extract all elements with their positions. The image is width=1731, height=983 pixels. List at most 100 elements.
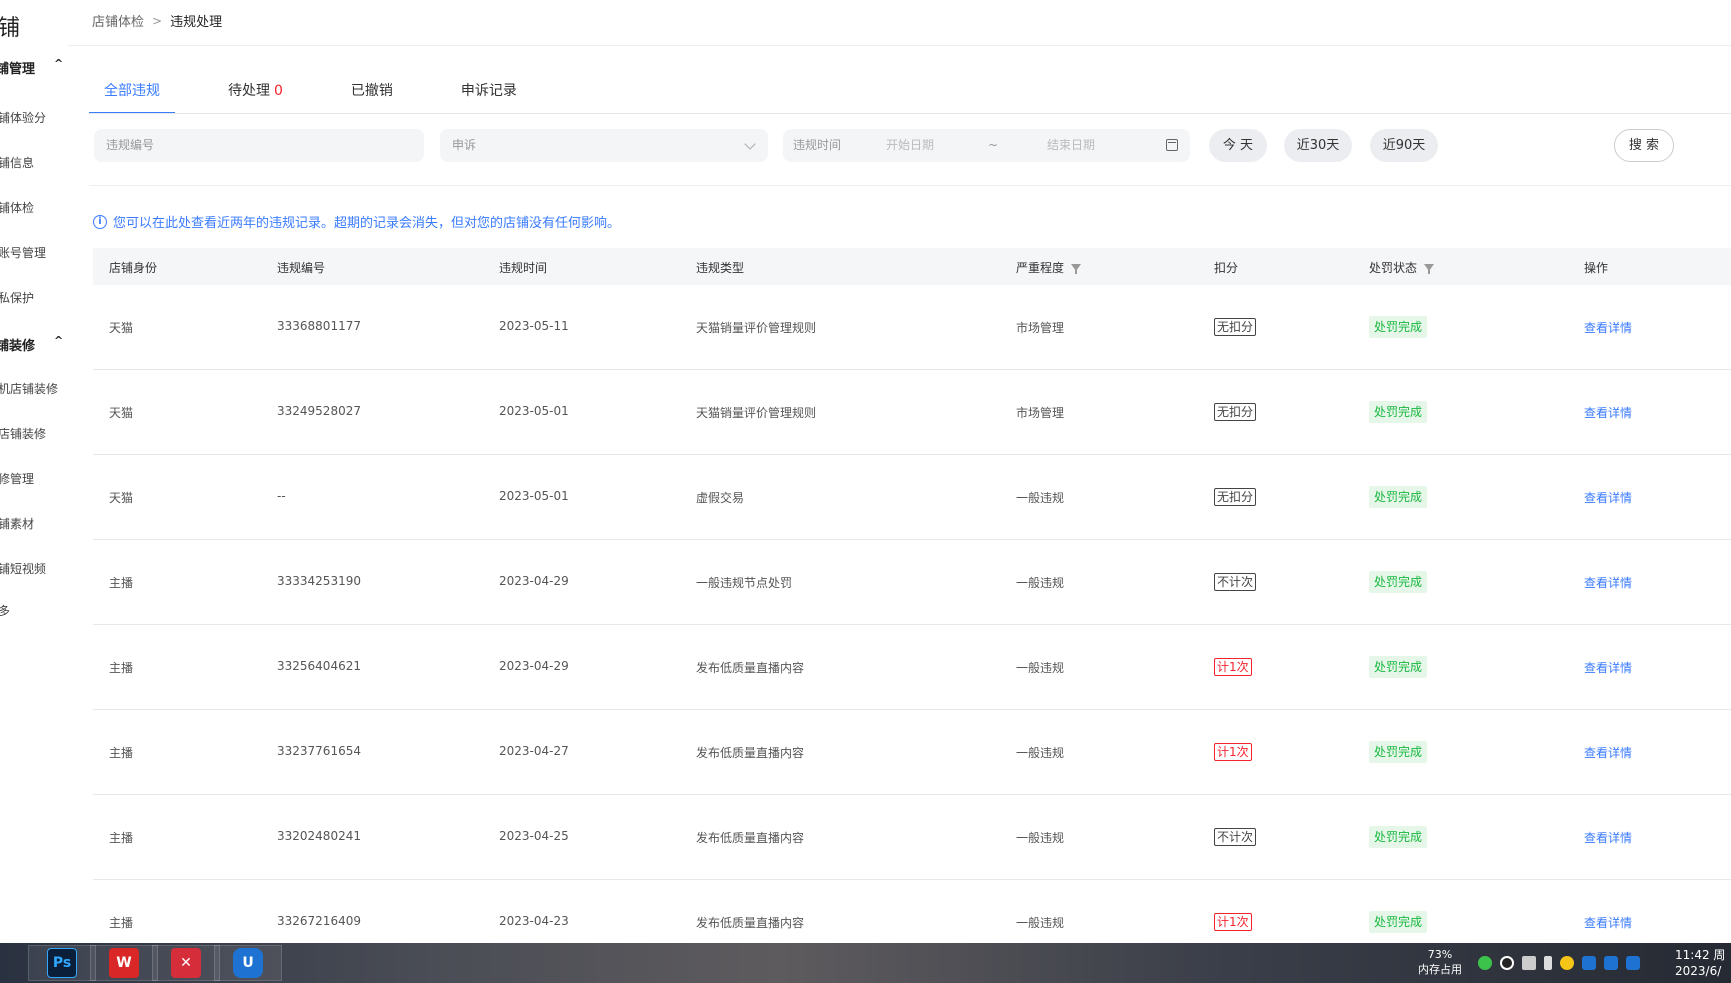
sidebar-group-label: 铺装修 [0,339,36,354]
divider [89,113,1731,114]
status-badge: 处罚完成 [1369,401,1428,423]
table-row: 主播 33202480241 2023-04-25 发布低质量直播内容 一般违规… [93,795,1731,880]
sidebar-item-more[interactable]: 多 [0,602,10,619]
today-button[interactable]: 今 天 [1209,129,1267,162]
search-button[interactable]: 搜 索 [1614,129,1674,162]
volume-icon[interactable] [1544,956,1552,970]
tab-label: 已撤销 [350,83,393,99]
sidebar-item-shop-experience[interactable]: 铺体验分 [0,109,46,126]
sidebar-group-shop-management[interactable]: 铺管理 ^ [0,57,63,77]
date-range-picker[interactable]: 违规时间 开始日期 ~ 结束日期 [783,129,1190,162]
tab-pending[interactable]: 待处理 0 [213,80,298,114]
deduction-tag: 无扣分 [1214,403,1257,421]
clock-date: 2023/6/ [1675,964,1722,978]
tab-all-violations[interactable]: 全部违规 [89,80,175,114]
cell-violation-id: 33267216409 [277,914,361,928]
view-details-link[interactable]: 查看详情 [1584,744,1632,761]
deduction-tag: 不计次 [1214,828,1257,846]
col-header-label: 违规编号 [277,261,326,275]
table-row: 主播 33256404621 2023-04-29 发布低质量直播内容 一般违规… [93,625,1731,710]
cell-violation-time: 2023-05-01 [499,404,569,418]
status-badge: 处罚完成 [1369,656,1428,678]
col-header-violation-id: 违规编号 [277,259,325,276]
tab-appeal-records[interactable]: 申诉记录 [446,80,532,114]
view-details-link[interactable]: 查看详情 [1584,829,1632,846]
clock-time: 11:42 周 [1675,948,1726,962]
cell-violation-id: 33237761654 [277,744,361,758]
qq-icon[interactable] [1500,956,1514,970]
violation-id-input[interactable]: 违规编号 [94,129,424,162]
wps-icon: W [109,948,139,978]
taskbar: Ps W ✕ U 73% 内存占用 11:42 周 2023/6/ [0,943,1731,983]
cell-identity: 天猫 [109,491,134,505]
cell-severity: 一般违规 [1016,491,1065,505]
divider [89,185,1731,186]
view-details-link[interactable]: 查看详情 [1584,914,1632,931]
cell-severity: 一般违规 [1016,916,1065,930]
table-row: 天猫 33249528027 2023-05-01 天猫销量评价管理规则 市场管… [93,370,1731,455]
cell-violation-time: 2023-04-25 [499,829,569,843]
cell-violation-type: 一般违规节点处罚 [696,576,793,590]
taskbar-app-wps[interactable]: W [90,945,158,981]
sidebar-item-shop-info[interactable]: 铺信息 [0,154,34,171]
xmind-icon: ✕ [171,948,201,978]
uu-tray-icon[interactable] [1626,956,1640,970]
sidebar-item-shop-checkup[interactable]: 铺体检 [0,199,34,216]
view-details-link[interactable]: 查看详情 [1584,659,1632,676]
filter-icon[interactable] [1424,264,1435,274]
cell-violation-id: 33202480241 [277,829,361,843]
deduction-tag: 无扣分 [1214,318,1257,336]
sidebar: 铺 铺管理 ^ 铺体验分 铺信息 铺体检 账号管理 私保护 铺装修 ^ 机店铺装… [0,0,68,943]
filter-icon[interactable] [1071,264,1082,274]
sidebar-item-materials[interactable]: 铺素材 [0,515,34,532]
last-30-days-button[interactable]: 近30天 [1284,129,1352,162]
status-badge: 处罚完成 [1369,571,1428,593]
cell-violation-time: 2023-04-27 [499,744,569,758]
divider [68,45,1731,46]
uu-tray-icon[interactable] [1604,956,1618,970]
sidebar-item-mobile-decoration[interactable]: 机店铺装修 [0,380,58,397]
cell-violation-time: 2023-05-01 [499,489,569,503]
last-90-days-button[interactable]: 近90天 [1370,129,1438,162]
wechat-icon[interactable] [1478,956,1492,970]
system-clock[interactable]: 11:42 周 2023/6/ [1675,947,1725,979]
cell-violation-time: 2023-05-11 [499,319,569,333]
memory-usage[interactable]: 73% 内存占用 [1418,947,1462,977]
breadcrumb-parent[interactable]: 店铺体检 [92,11,144,30]
tab-label: 待处理 [228,83,270,99]
taskbar-app-xmind[interactable]: ✕ [152,945,220,981]
sidebar-item-pc-decoration[interactable]: 店铺装修 [0,425,46,442]
view-details-link[interactable]: 查看详情 [1584,319,1632,336]
tab-revoked[interactable]: 已撤销 [336,80,408,114]
taskbar-app-photoshop[interactable]: Ps [28,945,96,981]
cell-identity: 主播 [109,746,134,760]
sidebar-item-privacy[interactable]: 私保护 [0,289,34,306]
appeal-select-placeholder: 申诉 [452,138,477,152]
cell-identity: 主播 [109,661,134,675]
status-badge: 处罚完成 [1369,741,1428,763]
view-details-link[interactable]: 查看详情 [1584,404,1632,421]
col-header-label: 扣分 [1214,261,1239,275]
cell-severity: 市场管理 [1016,321,1065,335]
cell-violation-id: 33256404621 [277,659,361,673]
pending-count-badge: 0 [274,83,283,99]
appeal-select[interactable]: 申诉 [440,129,768,162]
tray-app-icon[interactable] [1560,956,1574,970]
end-date-input[interactable]: 结束日期 [1047,129,1095,162]
sidebar-group-shop-decoration[interactable]: 铺装修 ^ [0,334,63,354]
col-header-label: 店铺身份 [109,261,158,275]
sidebar-item-short-videos[interactable]: 铺短视频 [0,560,46,577]
start-date-input[interactable]: 开始日期 [886,129,934,162]
network-icon[interactable] [1522,956,1536,970]
deduction-tag: 计1次 [1214,913,1252,931]
view-details-link[interactable]: 查看详情 [1584,574,1632,591]
taskbar-app-uu[interactable]: U [214,945,282,981]
view-details-link[interactable]: 查看详情 [1584,489,1632,506]
sidebar-item-account-management[interactable]: 账号管理 [0,244,46,261]
sidebar-item-decoration-management[interactable]: 修管理 [0,470,34,487]
table-row: 天猫 -- 2023-05-01 虚假交易 一般违规 无扣分 处罚完成 查看详情 [93,455,1731,540]
uu-tray-icon[interactable] [1582,956,1596,970]
calendar-icon[interactable] [1166,139,1178,151]
cell-violation-time: 2023-04-29 [499,659,569,673]
status-badge: 处罚完成 [1369,826,1428,848]
